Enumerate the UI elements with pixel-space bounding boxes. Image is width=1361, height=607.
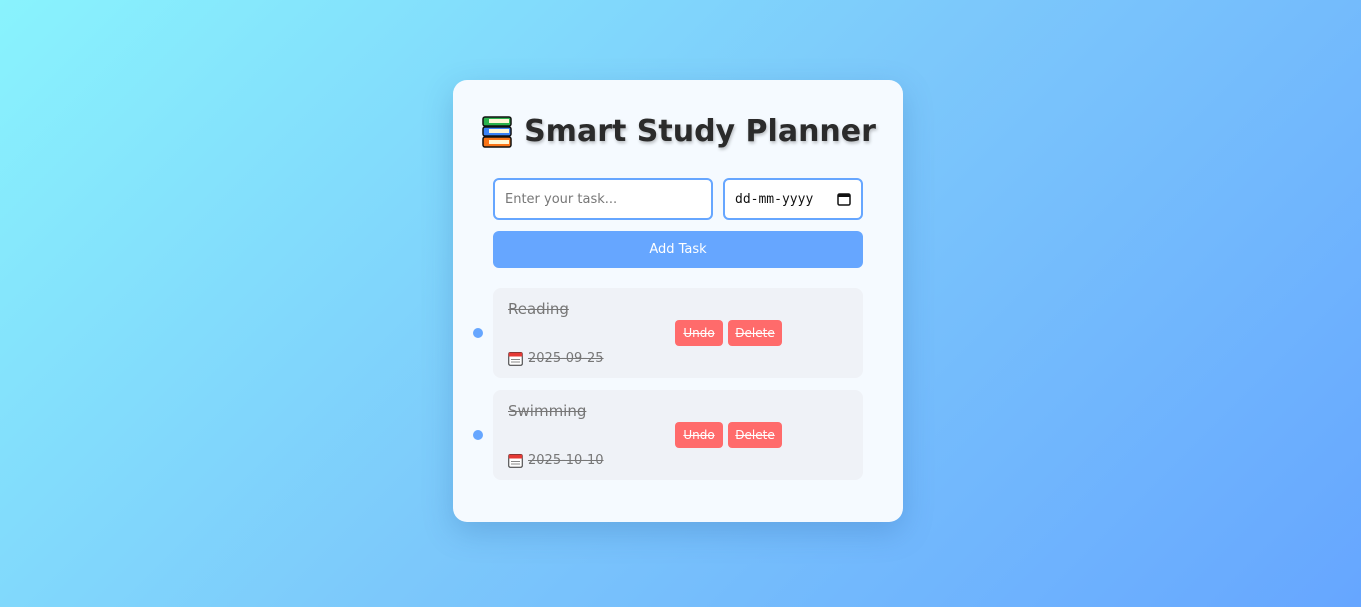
task-item: Swimming Undo Delete 2025-10-10 — [473, 390, 863, 480]
date-field[interactable]: dd-mm-yyyy — [723, 178, 863, 220]
task-date-row: 2025-09-25 — [508, 351, 604, 366]
task-item: Reading Undo Delete 2025-09-25 — [473, 288, 863, 378]
task-date-row: 2025-10-10 — [508, 453, 604, 468]
undo-button[interactable]: Undo — [675, 422, 723, 448]
delete-button[interactable]: Delete — [728, 422, 782, 448]
task-date: 2025-09-25 — [528, 351, 604, 366]
calendar-icon — [508, 352, 523, 366]
task-name: Reading — [508, 300, 569, 318]
books-icon — [482, 115, 512, 148]
planner-card: Smart Study Planner dd-mm-yyyy Add Task … — [453, 80, 903, 522]
undo-button[interactable]: Undo — [675, 320, 723, 346]
page-title: Smart Study Planner — [480, 114, 876, 149]
list-bullet — [473, 328, 483, 338]
task-date: 2025-10-10 — [528, 453, 604, 468]
date-placeholder: dd-mm-yyyy — [735, 191, 814, 207]
header: Smart Study Planner — [453, 114, 903, 153]
add-task-button[interactable]: Add Task — [493, 231, 863, 268]
calendar-picker-icon[interactable] — [837, 192, 851, 206]
task-name: Swimming — [508, 402, 587, 420]
delete-button[interactable]: Delete — [728, 320, 782, 346]
calendar-icon — [508, 454, 523, 468]
title-text: Smart Study Planner — [524, 114, 876, 149]
task-input[interactable] — [493, 178, 713, 220]
list-bullet — [473, 430, 483, 440]
